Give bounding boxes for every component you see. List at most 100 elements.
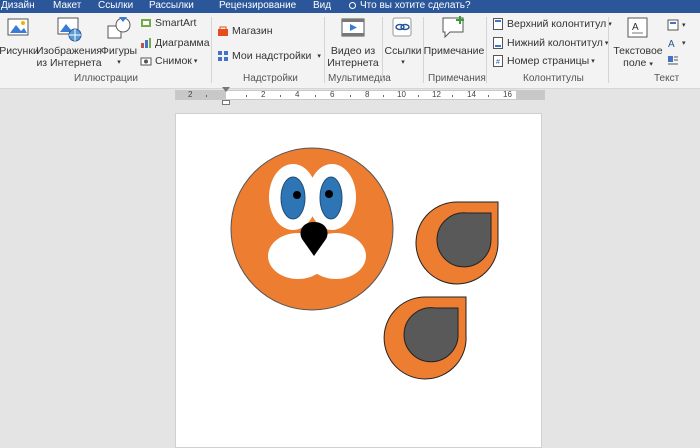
camera-icon [140,55,152,67]
ribbon-tab-bar: Дизайн Макет Ссылки Рассылки Рецензирова… [0,0,700,13]
smartart-icon [140,17,152,29]
textbox-button[interactable]: A Текстовое поле ▾ [612,15,664,71]
ear-shape-inner[interactable] [403,307,459,363]
ruler-number: 8 [365,90,370,99]
textbox-dropdown-icon: ▾ [649,61,653,68]
online-picture-icon [55,15,83,42]
addins-icon [217,50,229,62]
my-addins-button[interactable]: Мои надстройки ▾ [217,50,321,62]
footer-icon [492,37,504,49]
ruler-tick [280,95,281,97]
chart-icon [140,37,152,49]
tell-me-text: Что вы хотите сделать? [360,0,471,11]
page-number-button[interactable]: # Номер страницы ▾ [492,55,595,67]
textbox-icon: A [624,15,652,42]
quick-parts-icon [667,19,679,31]
online-pictures-label-2: из Интернета [36,57,102,69]
chart-label: Диаграмма [155,37,210,49]
ruler-number: 6 [330,90,335,99]
store-icon [217,25,229,37]
ruler-number: 14 [467,90,476,99]
ruler-right-margin [516,91,544,99]
svg-text:A: A [668,39,675,49]
group-separator [324,17,325,83]
right-pupil[interactable] [325,190,333,198]
header-button[interactable]: Верхний колонтитул ▾ [492,18,612,30]
video-icon [339,15,367,42]
shapes-icon [105,15,133,42]
tab-mailings[interactable]: Рассылки [149,0,194,11]
screenshot-button[interactable]: Снимок ▾ [140,55,197,67]
left-pupil[interactable] [293,191,301,199]
smartart-button[interactable]: SmartArt [140,17,196,29]
wordart-button[interactable]: A ▾ [667,37,686,50]
wordart-icon: A [667,37,679,50]
ear-shape-inner[interactable] [436,212,492,268]
group-label-header-footer: Колонтитулы [523,73,584,84]
tab-design[interactable]: Дизайн [1,0,35,11]
tab-references[interactable]: Ссылки [98,0,133,11]
store-button[interactable]: Магазин [217,25,273,37]
ruler-number: 4 [295,90,300,99]
tab-view[interactable]: Вид [313,0,331,11]
quick-parts-button[interactable]: ▾ [667,19,686,31]
ruler-number: 2 [261,90,266,99]
online-pictures-label-1: Изображения [36,45,102,57]
comment-icon [440,15,468,42]
ruler-number: 16 [503,90,512,99]
group-separator [382,17,383,83]
wordart-dropdown-icon: ▾ [682,40,686,47]
ruler-number: 2 [188,90,193,99]
shapes-button[interactable]: Фигуры ▾ [100,15,138,69]
tell-me-box[interactable]: Что вы хотите сделать? [349,0,471,11]
left-iris[interactable] [280,176,306,220]
screenshot-dropdown-icon: ▾ [193,58,198,65]
chart-button[interactable]: Диаграмма [140,37,210,49]
textbox-label-2-text: поле [623,57,647,69]
ruler-tick [315,95,316,97]
page-number-label: Номер страницы [507,55,590,67]
comment-button[interactable]: Примечание [424,15,484,57]
right-iris[interactable] [319,176,343,220]
left-indent-marker[interactable] [222,100,230,105]
horizontal-ruler[interactable]: 2 2 4 6 8 10 12 14 16 [175,90,545,100]
page-number-dropdown-icon: ▾ [591,58,595,65]
ruler-tick [206,95,207,97]
group-label-illustrations: Иллюстрации [74,73,138,84]
page-number-icon: # [492,55,504,67]
screenshot-label: Снимок [155,55,192,67]
my-addins-label: Мои надстройки [232,50,312,62]
footer-button[interactable]: Нижний колонтитул ▾ [492,37,608,49]
store-label: Магазин [232,25,273,37]
shapes-label: Фигуры [100,45,138,57]
tab-layout[interactable]: Макет [53,0,81,11]
header-label: Верхний колонтитул [507,18,607,30]
tab-review[interactable]: Рецензирование [219,0,296,11]
ruler-tick [452,95,453,97]
group-label-comments: Примечания [428,73,486,84]
ruler-tick [350,95,351,97]
picture-icon [5,15,33,42]
dropcap-button[interactable] [667,55,682,67]
my-addins-dropdown-icon: ▾ [317,53,321,60]
ruler-tick [488,95,489,97]
ribbon-insert: Рисунки Изображения из Интернета Фигуры … [0,13,700,89]
svg-text:#: # [496,59,500,66]
pictures-button[interactable]: Рисунки [0,15,39,57]
links-button[interactable]: Ссылки ▾ [385,15,421,69]
footer-label: Нижний колонтитул [507,37,603,49]
online-video-button[interactable]: Видео из Интернета [327,15,379,69]
online-pictures-button[interactable]: Изображения из Интернета [36,15,102,69]
online-video-label-2: Интернета [327,57,379,69]
group-separator [486,17,487,83]
online-video-label-1: Видео из [330,45,376,57]
shapes-dropdown-icon: ▾ [117,59,121,66]
link-icon [389,15,417,42]
drawing-canvas [230,147,499,380]
ruler-number: 12 [432,90,441,99]
lightbulb-icon [349,2,356,9]
ruler-tick [418,95,419,97]
pictures-label: Рисунки [0,45,39,57]
first-line-indent-marker[interactable] [222,87,230,92]
document-page[interactable] [175,113,542,448]
